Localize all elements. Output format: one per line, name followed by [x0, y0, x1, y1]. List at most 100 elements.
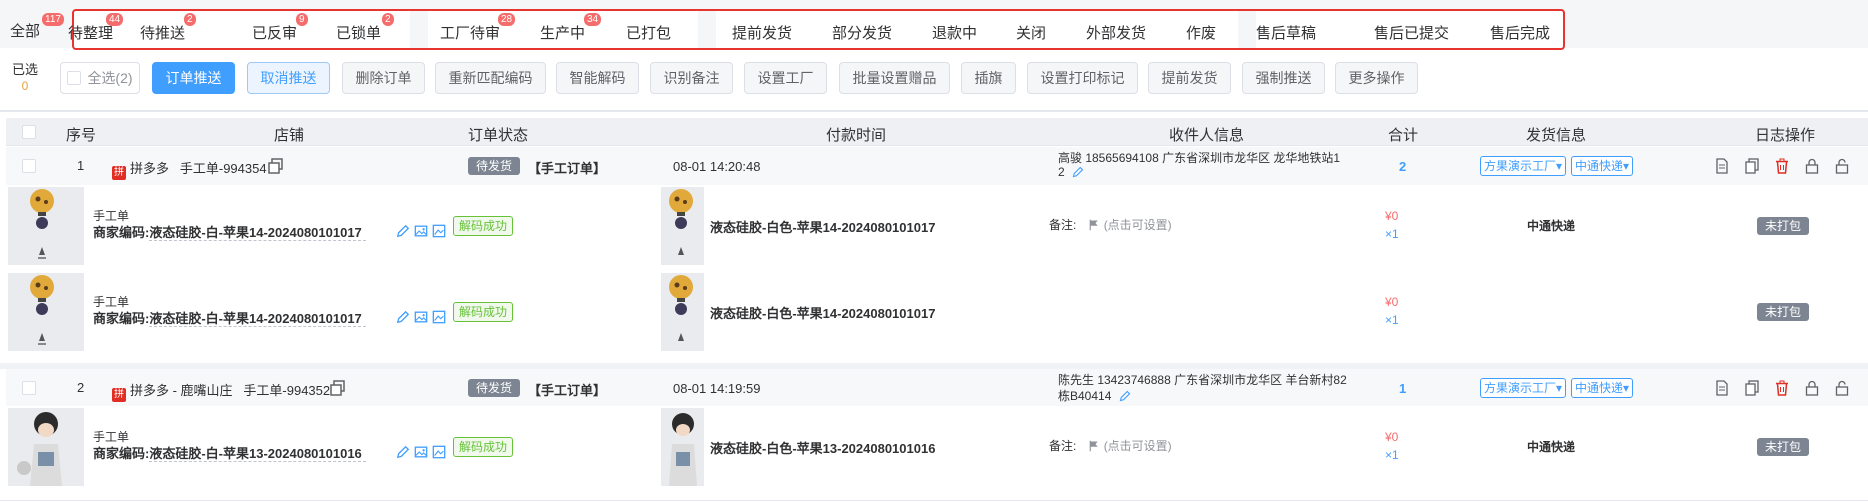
copy-doc-icon[interactable] — [1744, 380, 1760, 396]
merchant-code-value: 液态硅胶-白-苹果14-2024080101017 — [149, 225, 366, 241]
express-select[interactable]: 中通快递▾ — [1571, 378, 1634, 398]
rematch-code-button[interactable]: 重新匹配编码 — [435, 62, 546, 94]
cancel-push-button[interactable]: 取消推送 — [247, 62, 330, 94]
delete-order-button[interactable]: 删除订单 — [342, 62, 425, 94]
push-order-button[interactable]: 订单推送 — [152, 62, 235, 94]
tab-aftersale-submitted[interactable]: 售后已提交 — [1374, 22, 1449, 43]
tab-label: 外部发货 — [1086, 25, 1147, 42]
gallery-icon[interactable] — [432, 310, 446, 324]
smart-decode-button[interactable]: 智能解码 — [556, 62, 639, 94]
product-name: 液态硅胶-白色-苹果14-2024080101017 — [710, 220, 936, 235]
pinduoduo-icon: 拼 — [112, 166, 126, 180]
lock-icon[interactable] — [1804, 380, 1820, 396]
row-index: 1 — [77, 158, 85, 173]
unlock-icon[interactable] — [1834, 380, 1850, 396]
tab-reversed[interactable]: 已反审 9 — [252, 13, 308, 43]
edit-icon[interactable] — [396, 445, 410, 459]
count-badge: 44 — [106, 13, 124, 26]
tab-partial-ship[interactable]: 部分发货 — [832, 22, 892, 43]
item-quantity: ×1 — [1385, 227, 1399, 241]
item-price: ¥0 — [1385, 295, 1399, 309]
image-icon[interactable] — [414, 445, 428, 459]
batch-gift-button[interactable]: 批量设置赠品 — [839, 62, 950, 94]
trash-icon[interactable] — [1774, 380, 1790, 396]
tab-factory-review[interactable]: 工厂待审 28 — [440, 13, 516, 43]
tab-early-ship[interactable]: 提前发货 — [732, 22, 792, 43]
tab-closed[interactable]: 关闭 — [1016, 22, 1046, 43]
product-thumbnail[interactable] — [8, 408, 84, 486]
factory-select[interactable]: 方果演示工厂▾ — [1480, 378, 1567, 398]
tab-locked[interactable]: 已锁单 2 — [336, 13, 394, 43]
pack-status-badge: 未打包 — [1757, 303, 1810, 321]
tab-aftersale-draft[interactable]: 售后草稿 — [1256, 22, 1316, 43]
remark-cell[interactable]: 备注: (点击可设置) — [1049, 216, 1172, 233]
total-count[interactable]: 2 — [1399, 159, 1406, 174]
express-select[interactable]: 中通快递▾ — [1571, 156, 1634, 176]
column-header: 合计 — [1388, 127, 1419, 144]
tab-packed[interactable]: 已打包 — [626, 22, 671, 43]
early-ship-button[interactable]: 提前发货 — [1148, 62, 1231, 94]
edit-icon[interactable] — [396, 310, 410, 324]
image-icon[interactable] — [414, 310, 428, 324]
edit-icon[interactable] — [1119, 390, 1131, 402]
set-factory-button[interactable]: 设置工厂 — [744, 62, 827, 94]
tab-all[interactable]: 全部 117 — [10, 13, 64, 41]
gallery-icon[interactable] — [432, 224, 446, 238]
tab-pending-push[interactable]: 待推送 2 — [140, 13, 196, 43]
factory-select[interactable]: 方果演示工厂▾ — [1480, 156, 1567, 176]
lock-icon[interactable] — [1804, 158, 1820, 174]
merchant-code-value: 液态硅胶-白-苹果14-2024080101017 — [149, 311, 366, 327]
tab-voided[interactable]: 作废 — [1186, 22, 1216, 43]
header-checkbox[interactable] — [22, 125, 36, 139]
pack-status-badge: 未打包 — [1757, 217, 1810, 235]
tab-external-ship[interactable]: 外部发货 — [1086, 22, 1146, 43]
tab-label: 售后完成 — [1490, 25, 1551, 42]
document-icon[interactable] — [1714, 380, 1730, 396]
tab-label: 已打包 — [626, 25, 672, 42]
recipient-info-line2: 2 — [1058, 165, 1084, 179]
status-tab-bar: 全部 117 待整理 44 待推送 2 已反审 9 已锁单 2 工厂待审 28 … — [0, 0, 1868, 50]
product-thumbnail[interactable] — [661, 273, 704, 351]
select-all-checkbox[interactable]: 全选(2) — [60, 62, 140, 94]
recognize-remark-button[interactable]: 识别备注 — [650, 62, 733, 94]
total-count[interactable]: 1 — [1399, 381, 1406, 396]
row-checkbox[interactable] — [22, 381, 36, 395]
set-print-mark-button[interactable]: 设置打印标记 — [1027, 62, 1138, 94]
product-thumbnail[interactable] — [661, 408, 704, 486]
tab-refunding[interactable]: 退款中 — [932, 22, 977, 43]
copy-icon[interactable] — [268, 158, 283, 174]
trash-icon[interactable] — [1774, 158, 1790, 174]
table-bottom-divider — [0, 500, 1868, 501]
remark-cell[interactable]: 备注: (点击可设置) — [1049, 437, 1172, 454]
product-thumbnail[interactable] — [8, 273, 84, 351]
edit-icon[interactable] — [1072, 166, 1084, 178]
tab-in-production[interactable]: 生产中 34 — [540, 13, 602, 43]
flag-button[interactable]: 插旗 — [961, 62, 1016, 94]
status-badge: 待发货 — [468, 157, 521, 175]
copy-doc-icon[interactable] — [1744, 158, 1760, 174]
flag-icon — [1089, 219, 1098, 231]
product-thumbnail[interactable] — [8, 187, 84, 265]
column-header: 日志操作 — [1755, 127, 1816, 144]
merchant-code: 商家编码:液态硅胶-白-苹果13-2024080101016 — [93, 443, 366, 462]
copy-icon[interactable] — [330, 380, 345, 396]
more-actions-button[interactable]: 更多操作 — [1335, 62, 1418, 94]
gallery-icon[interactable] — [432, 445, 446, 459]
document-icon[interactable] — [1714, 158, 1730, 174]
shop-name: 拼多多 - 鹿嘴山庄 — [130, 383, 233, 398]
shop-cell: 拼拼多多 手工单-994354 — [112, 158, 267, 180]
order-type: 【手工订单】 — [528, 383, 607, 398]
product-thumbnail[interactable] — [661, 187, 704, 265]
tab-pending-organize[interactable]: 待整理 44 — [68, 13, 124, 43]
item-quantity: ×1 — [1385, 448, 1399, 462]
tab-label: 关闭 — [1016, 25, 1047, 42]
force-push-button[interactable]: 强制推送 — [1242, 62, 1325, 94]
tab-aftersale-done[interactable]: 售后完成 — [1490, 22, 1550, 43]
edit-icon[interactable] — [396, 224, 410, 238]
count-badge: 2 — [184, 13, 196, 26]
item-price: ¥0 — [1385, 209, 1399, 223]
row-checkbox[interactable] — [22, 159, 36, 173]
image-icon[interactable] — [414, 224, 428, 238]
unlock-icon[interactable] — [1834, 158, 1850, 174]
pack-status-badge: 未打包 — [1757, 438, 1810, 456]
